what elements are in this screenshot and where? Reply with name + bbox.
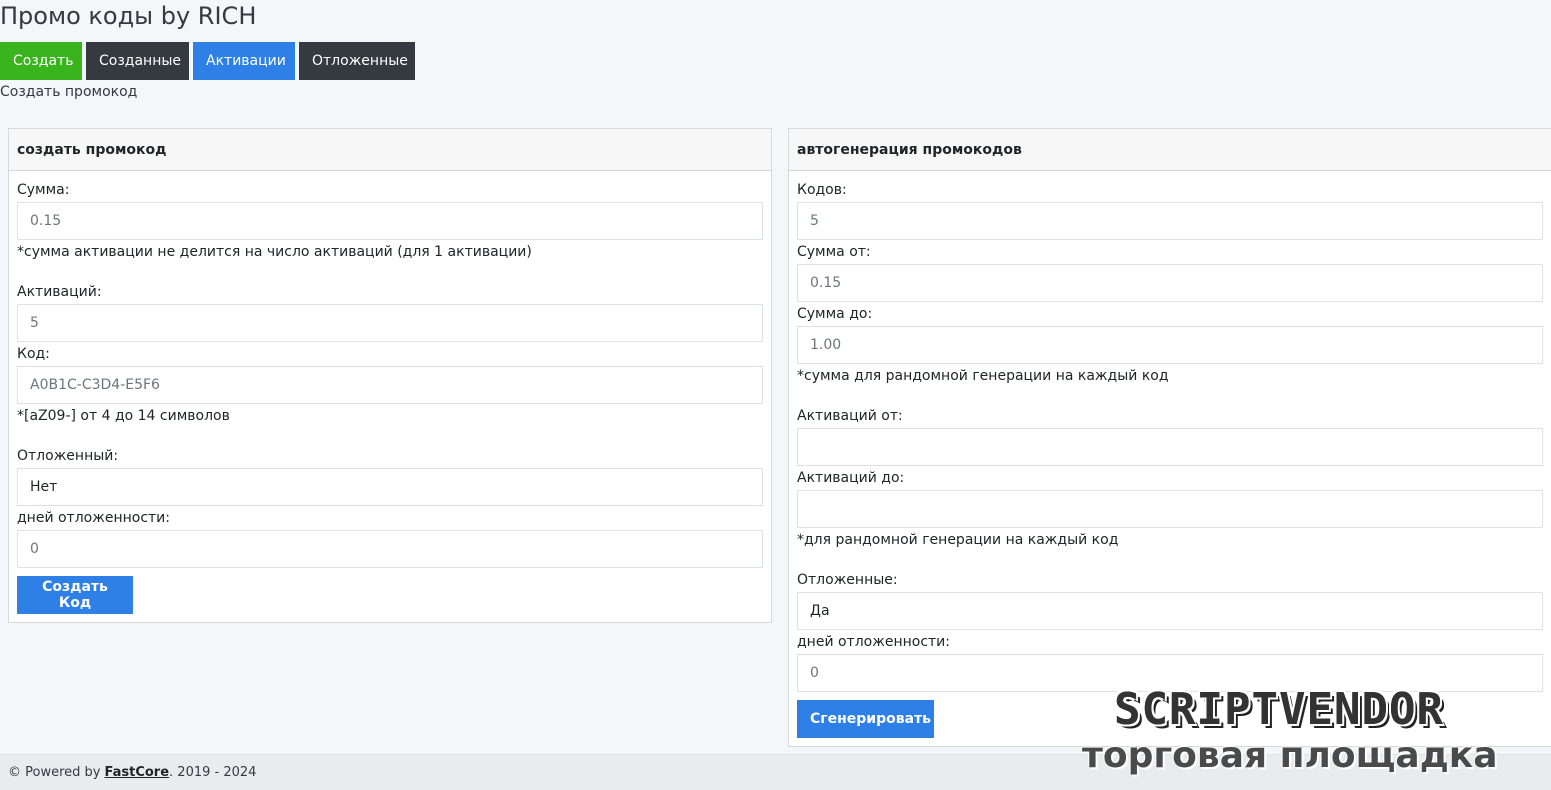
- act-from-input[interactable]: [797, 428, 1543, 466]
- sum-input[interactable]: 0.15: [17, 202, 763, 240]
- activations-input[interactable]: 5: [17, 304, 763, 342]
- sum-hint: *сумма активации не делится на число акт…: [17, 244, 532, 260]
- create-promo-card: создать промокод Сумма: 0.15 *сумма акти…: [8, 128, 772, 623]
- tab-create[interactable]: Создать: [0, 42, 82, 80]
- autogen-deferred-select[interactable]: Да: [797, 592, 1543, 630]
- deferred-label: Отложенный:: [17, 448, 119, 464]
- footer-fastcore-link[interactable]: FastCore: [104, 765, 169, 780]
- days-input[interactable]: 0: [17, 530, 763, 568]
- sum-from-input[interactable]: 0.15: [797, 264, 1543, 302]
- autogen-header: автогенерация промокодов: [789, 129, 1551, 171]
- tab-created[interactable]: Созданные: [86, 42, 189, 80]
- autogen-days-input[interactable]: 0: [797, 654, 1543, 692]
- codes-input[interactable]: 5: [797, 202, 1543, 240]
- activations-label: Активаций:: [17, 284, 102, 300]
- autogen-deferred-label: Отложенные:: [797, 572, 898, 588]
- footer-prefix: © Powered by: [8, 765, 101, 780]
- create-promo-header: создать промокод: [9, 129, 771, 171]
- footer: © Powered by FastCore . 2019 - 2024: [0, 754, 1551, 790]
- generate-button[interactable]: Сгенерировать: [797, 700, 934, 738]
- autogen-card: автогенерация промокодов Кодов: 5 Сумма …: [788, 128, 1551, 747]
- tab-bar: Создать Созданные Активации Отложенные: [0, 42, 415, 80]
- autogen-act-hint: *для рандомной генерации на каждый код: [797, 532, 1119, 548]
- sum-to-label: Сумма до:: [797, 306, 873, 322]
- deferred-select[interactable]: Нет: [17, 468, 763, 506]
- page-title: Промо коды by RICH: [0, 2, 257, 30]
- create-code-button[interactable]: Создать Код: [17, 576, 133, 614]
- section-subtitle: Создать промокод: [0, 84, 138, 100]
- codes-label: Кодов:: [797, 182, 847, 198]
- act-to-input[interactable]: [797, 490, 1543, 528]
- act-from-label: Активаций от:: [797, 408, 903, 424]
- autogen-days-label: дней отложенности:: [797, 634, 950, 650]
- days-label: дней отложенности:: [17, 510, 170, 526]
- code-hint: *[aZ09-] от 4 до 14 символов: [17, 408, 230, 424]
- sum-to-input[interactable]: 1.00: [797, 326, 1543, 364]
- sum-from-label: Сумма от:: [797, 244, 871, 260]
- code-label: Код:: [17, 346, 50, 362]
- footer-suffix: . 2019 - 2024: [169, 765, 257, 780]
- sum-label: Сумма:: [17, 182, 70, 198]
- act-to-label: Активаций до:: [797, 470, 905, 486]
- tab-deferred[interactable]: Отложенные: [299, 42, 415, 80]
- tab-activations[interactable]: Активации: [193, 42, 295, 80]
- code-input[interactable]: A0B1C-C3D4-E5F6: [17, 366, 763, 404]
- autogen-sum-hint: *сумма для рандомной генерации на каждый…: [797, 368, 1169, 384]
